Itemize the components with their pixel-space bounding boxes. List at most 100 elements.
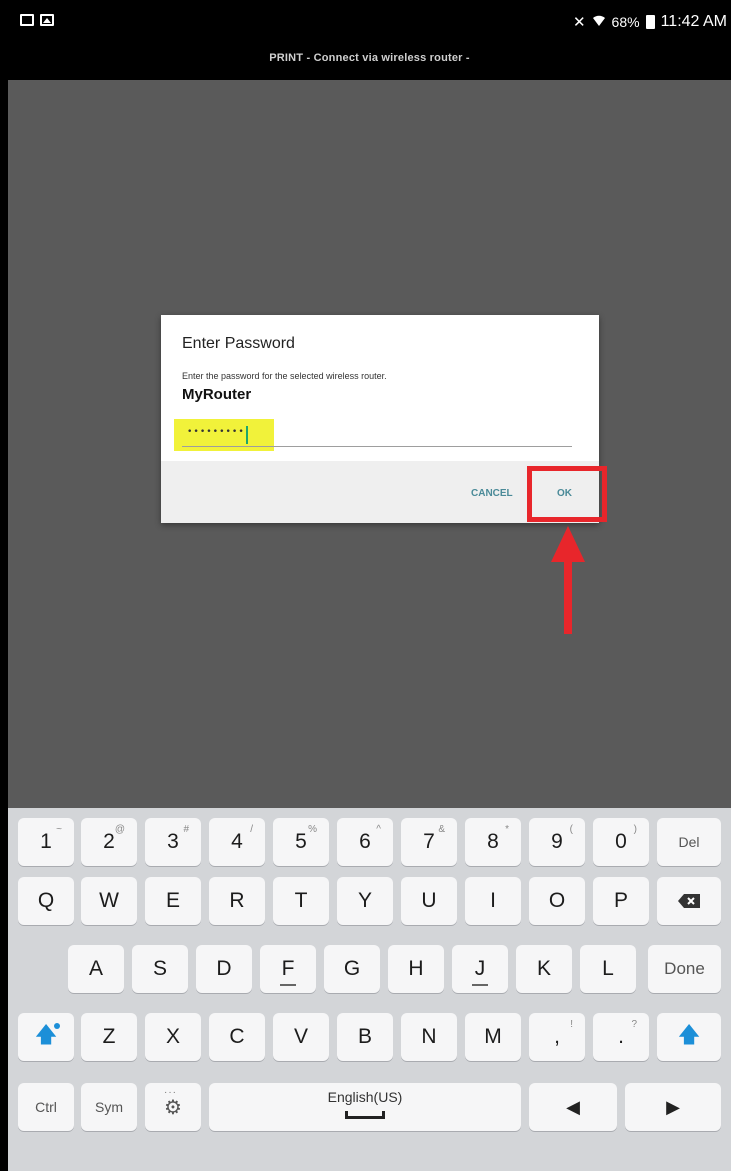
- password-value: •••••••••: [187, 427, 245, 437]
- key-1[interactable]: 1 ~: [18, 818, 74, 866]
- key-alt-label: ?: [631, 1019, 637, 1030]
- cancel-button[interactable]: CANCEL: [471, 488, 513, 499]
- key-alt-label: ): [633, 824, 637, 835]
- key-alt-label: %: [308, 824, 317, 835]
- dialog-message: Enter the password for the selected wire…: [182, 371, 387, 381]
- key-alt-label: *: [505, 824, 509, 835]
- key-6[interactable]: 6 ^: [337, 818, 393, 866]
- space-icon: [345, 1111, 385, 1119]
- keyboard-icon: [20, 14, 34, 26]
- home-key-marker: [472, 984, 488, 986]
- key-alt-label: (: [569, 824, 573, 835]
- key-label: 5: [295, 830, 307, 853]
- pointer-arrow-head: [551, 526, 585, 562]
- key-i[interactable]: I: [465, 877, 521, 925]
- key-4[interactable]: 4/: [209, 818, 265, 866]
- key-alt-label: !: [570, 1019, 573, 1030]
- key-r[interactable]: R: [209, 877, 265, 925]
- key-alt-label: #: [183, 824, 189, 835]
- sym-key[interactable]: Sym: [81, 1083, 137, 1131]
- cursor-right-key[interactable]: ▶: [625, 1083, 721, 1131]
- left-arrow-icon: ◀: [566, 1096, 580, 1117]
- ctrl-key[interactable]: Ctrl: [18, 1083, 74, 1131]
- key-label: 2: [103, 830, 115, 853]
- done-key[interactable]: Done: [648, 945, 721, 993]
- key-label: 4: [231, 830, 243, 853]
- key-h[interactable]: H: [388, 945, 444, 993]
- wifi-icon: [592, 13, 606, 31]
- key-alt-label: &: [438, 824, 445, 835]
- key-5[interactable]: 5%: [273, 818, 329, 866]
- key-n[interactable]: N: [401, 1013, 457, 1061]
- backspace-key[interactable]: [657, 877, 721, 925]
- key-period[interactable]: .?: [593, 1013, 649, 1061]
- key-m[interactable]: M: [465, 1013, 521, 1061]
- device-screen: ✕ 68% 11:42 AM PRINT - Connect via wirel…: [8, 0, 731, 1171]
- vibrate-icon: ✕: [572, 14, 586, 31]
- key-label: 7: [423, 830, 435, 853]
- key-a[interactable]: A: [68, 945, 124, 993]
- key-g[interactable]: G: [324, 945, 380, 993]
- key-7[interactable]: 7 &: [401, 818, 457, 866]
- shift-key-left[interactable]: 🡅: [18, 1013, 74, 1061]
- key-alt-label: @: [114, 824, 125, 835]
- more-icon: ···: [164, 1087, 177, 1098]
- key-label: 6: [359, 830, 371, 853]
- key-8[interactable]: 8 *: [465, 818, 521, 866]
- router-ssid: MyRouter: [182, 386, 252, 403]
- settings-key[interactable]: ··· ⚙: [145, 1083, 201, 1131]
- key-label: J: [474, 957, 486, 980]
- key-label: ,: [554, 1025, 560, 1048]
- key-f[interactable]: F: [260, 945, 316, 993]
- key-l[interactable]: L: [580, 945, 636, 993]
- key-alt-label: /: [250, 824, 253, 835]
- dialog-title: Enter Password: [182, 335, 295, 352]
- delete-key[interactable]: Del: [657, 818, 721, 866]
- password-input[interactable]: •••••••••: [182, 423, 572, 447]
- key-comma[interactable]: ,!: [529, 1013, 585, 1061]
- key-9[interactable]: 9(: [529, 818, 585, 866]
- right-arrow-icon: ▶: [666, 1096, 680, 1117]
- image-icon: [40, 14, 54, 26]
- shift-key-right[interactable]: 🡅: [657, 1013, 721, 1061]
- key-x[interactable]: X: [145, 1013, 201, 1061]
- app-title: PRINT - Connect via wireless router -: [269, 52, 470, 64]
- key-e[interactable]: E: [145, 877, 201, 925]
- key-y[interactable]: Y: [337, 877, 393, 925]
- key-label: 9: [551, 830, 563, 853]
- cursor-left-key[interactable]: ◀: [529, 1083, 617, 1131]
- app-title-bar: PRINT - Connect via wireless router -: [8, 42, 731, 80]
- key-3[interactable]: 3 #: [145, 818, 201, 866]
- key-c[interactable]: C: [209, 1013, 265, 1061]
- key-v[interactable]: V: [273, 1013, 329, 1061]
- key-j[interactable]: J: [452, 945, 508, 993]
- key-k[interactable]: K: [516, 945, 572, 993]
- key-label: 8: [487, 830, 499, 853]
- key-p[interactable]: P: [593, 877, 649, 925]
- key-z[interactable]: Z: [81, 1013, 137, 1061]
- shift-indicator: [54, 1023, 60, 1029]
- key-u[interactable]: U: [401, 877, 457, 925]
- home-key-marker: [280, 984, 296, 986]
- key-2[interactable]: 2 @: [81, 818, 137, 866]
- space-language-label: English(US): [327, 1089, 403, 1105]
- key-d[interactable]: D: [196, 945, 252, 993]
- key-label: 0: [615, 830, 627, 853]
- shift-icon: 🡅: [677, 1022, 701, 1047]
- device-bezel: [0, 0, 8, 1171]
- ok-highlight-box: [527, 466, 607, 522]
- status-bar: ✕ 68% 11:42 AM: [8, 0, 731, 42]
- gear-icon: ⚙: [164, 1096, 182, 1119]
- key-t[interactable]: T: [273, 877, 329, 925]
- key-q[interactable]: Q: [18, 877, 74, 925]
- text-cursor: [246, 426, 248, 444]
- key-label: 1: [40, 830, 52, 853]
- key-0[interactable]: 0): [593, 818, 649, 866]
- space-key[interactable]: English(US): [209, 1083, 521, 1131]
- key-b[interactable]: B: [337, 1013, 393, 1061]
- key-alt-label: ~: [56, 824, 62, 835]
- key-o[interactable]: O: [529, 877, 585, 925]
- key-s[interactable]: S: [132, 945, 188, 993]
- key-w[interactable]: W: [81, 877, 137, 925]
- backspace-icon: [678, 894, 700, 908]
